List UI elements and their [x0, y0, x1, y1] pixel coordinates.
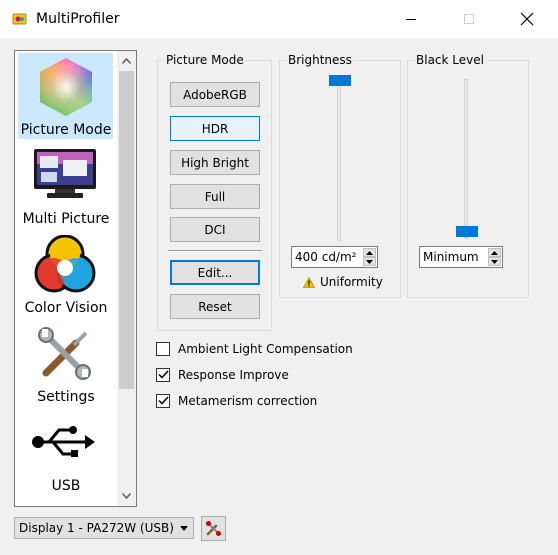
uniformity-label: Uniformity	[320, 275, 383, 289]
sidebar: Picture Mode Multi Picture Color Vision	[14, 50, 137, 507]
close-icon	[520, 12, 534, 26]
black-level-slider-track	[464, 79, 468, 239]
window-title: MultiProfiler	[36, 11, 120, 27]
group-title: Black Level	[414, 53, 486, 67]
minimize-icon	[406, 19, 416, 20]
sidebar-item-label: Color Vision	[24, 300, 108, 316]
tools-icon	[206, 521, 221, 536]
spin-up-button[interactable]	[488, 248, 501, 257]
black-level-spinbox[interactable]: Minimum	[419, 246, 503, 268]
mode-adobergb-button[interactable]: AdobeRGB	[170, 82, 260, 107]
checkbox-label: Ambient Light Compensation	[178, 342, 353, 356]
sidebar-item-label: Settings	[37, 389, 95, 405]
scroll-down-arrow[interactable]	[117, 487, 136, 505]
scrollbar-thumb[interactable]	[119, 71, 134, 389]
monitor-icon	[34, 149, 96, 198]
checkmark-icon	[157, 396, 169, 405]
scroll-up-arrow[interactable]	[117, 52, 136, 70]
group-title: Brightness	[286, 53, 354, 67]
sidebar-item-settings[interactable]: Settings	[15, 322, 117, 411]
chevron-up-icon	[122, 58, 131, 64]
checkbox-box[interactable]	[156, 394, 170, 408]
hexagon-color-icon	[40, 58, 92, 116]
ambient-light-compensation-checkbox[interactable]: Ambient Light Compensation	[156, 340, 353, 358]
minimize-button[interactable]	[388, 0, 434, 38]
triangle-down-icon	[491, 259, 498, 264]
tools-icon	[38, 327, 91, 380]
checkbox-box[interactable]	[156, 342, 170, 356]
sidebar-item-label: Multi Picture	[22, 211, 110, 227]
tools-button[interactable]	[201, 516, 226, 541]
sidebar-scrollbar[interactable]	[117, 51, 136, 506]
title-bar: MultiProfiler	[0, 0, 558, 38]
sidebar-item-multi-picture[interactable]: Multi Picture	[15, 144, 117, 233]
checkbox-label: Metamerism correction	[178, 394, 318, 408]
black-level-value: Minimum	[423, 250, 479, 264]
sidebar-item-usb[interactable]: USB	[15, 411, 117, 500]
spin-up-button[interactable]	[363, 248, 376, 257]
spin-down-button[interactable]	[488, 257, 501, 266]
warning-icon	[303, 276, 315, 288]
checkbox-box[interactable]	[156, 368, 170, 382]
metamerism-correction-checkbox[interactable]: Metamerism correction	[156, 392, 317, 410]
display-select-value: Display 1 - PA272W (USB)	[19, 521, 174, 535]
color-circles-icon	[34, 235, 96, 293]
brightness-slider-thumb[interactable]	[329, 75, 351, 86]
black-level-group: Black Level Minimum	[407, 53, 529, 298]
chevron-down-icon	[122, 493, 131, 499]
mode-hdr-button[interactable]: HDR	[170, 116, 260, 141]
triangle-up-icon	[366, 250, 373, 255]
app-icon	[12, 11, 28, 27]
uniformity-indicator: Uniformity	[303, 275, 383, 289]
brightness-group: Brightness 400 cd/m² Uniformity	[279, 53, 401, 298]
sidebar-item-color-vision[interactable]: Color Vision	[15, 233, 117, 322]
checkmark-icon	[157, 370, 169, 379]
close-button[interactable]	[504, 0, 550, 38]
response-improve-checkbox[interactable]: Response Improve	[156, 366, 289, 384]
maximize-icon	[464, 14, 474, 24]
sidebar-item-label: Picture Mode	[20, 122, 112, 138]
mode-high-bright-button[interactable]: High Bright	[170, 150, 260, 175]
chevron-down-icon	[180, 526, 188, 531]
sidebar-item-label: USB	[51, 478, 81, 494]
mode-dci-button[interactable]: DCI	[170, 217, 260, 242]
brightness-spinbox[interactable]: 400 cd/m²	[291, 246, 378, 268]
reset-button[interactable]: Reset	[170, 294, 260, 319]
divider	[168, 250, 262, 252]
maximize-button[interactable]	[446, 0, 492, 38]
display-select[interactable]: Display 1 - PA272W (USB)	[14, 517, 194, 539]
brightness-slider-track	[337, 81, 341, 241]
triangle-up-icon	[491, 250, 498, 255]
sidebar-item-picture-mode[interactable]: Picture Mode	[15, 51, 117, 143]
black-level-slider-thumb[interactable]	[456, 226, 478, 237]
mode-full-button[interactable]: Full	[170, 184, 260, 209]
triangle-down-icon	[366, 259, 373, 264]
brightness-value: 400 cd/m²	[295, 250, 357, 264]
checkbox-label: Response Improve	[178, 368, 289, 382]
group-title: Picture Mode	[164, 53, 246, 67]
edit-button[interactable]: Edit...	[170, 260, 260, 285]
picture-mode-group: Picture Mode AdobeRGB HDR High Bright Fu…	[157, 53, 272, 331]
usb-icon	[32, 426, 95, 457]
spin-down-button[interactable]	[363, 257, 376, 266]
